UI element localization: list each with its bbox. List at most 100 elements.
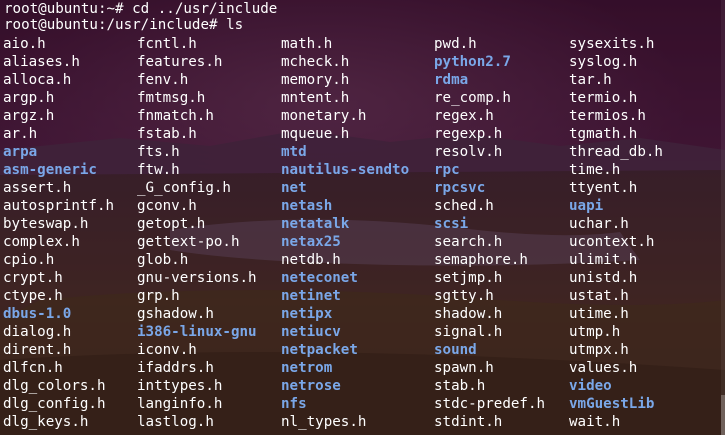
directory-entry: arpa <box>3 144 38 160</box>
file-entry: mcheck.h <box>281 54 350 70</box>
file-entry: monetary.h <box>281 108 367 124</box>
file-entry: signal.h <box>434 324 503 340</box>
directory-entry: rpcsvc <box>434 180 486 196</box>
directory-entry: netiucv <box>281 324 341 340</box>
file-entry: regexp.h <box>434 126 503 142</box>
file-entry: grp.h <box>137 288 180 304</box>
file-entry: dlg_config.h <box>3 396 106 412</box>
file-entry: ttyent.h <box>569 180 638 196</box>
file-entry: cpio.h <box>3 252 55 268</box>
file-entry: getopt.h <box>137 216 206 232</box>
file-entry: dirent.h <box>3 342 72 358</box>
directory-entry: uapi <box>569 198 604 214</box>
file-entry: ucontext.h <box>569 234 655 250</box>
file-entry: gconv.h <box>137 198 197 214</box>
file-entry: gettext-po.h <box>137 234 240 250</box>
file-entry: values.h <box>569 360 638 376</box>
directory-entry: netrose <box>281 378 341 394</box>
file-entry: iconv.h <box>137 342 197 358</box>
file-entry: semaphore.h <box>434 252 528 268</box>
scrollbar-thumb[interactable] <box>721 395 725 435</box>
file-entry: unistd.h <box>569 270 638 286</box>
directory-entry: netpacket <box>281 342 358 358</box>
directory-entry: netrom <box>281 360 333 376</box>
file-entry: utmpx.h <box>569 342 629 358</box>
file-entry: utmp.h <box>569 324 621 340</box>
directory-entry: nfs <box>281 396 307 412</box>
file-entry: stab.h <box>434 378 486 394</box>
directory-entry: netipx <box>281 306 333 322</box>
file-entry: byteswap.h <box>3 216 89 232</box>
file-entry: regex.h <box>434 108 494 124</box>
file-entry: resolv.h <box>434 144 503 160</box>
directory-entry: sound <box>434 342 477 358</box>
file-entry: re_comp.h <box>434 90 511 106</box>
file-entry: termio.h <box>569 90 638 106</box>
file-entry: wait.h <box>569 414 621 430</box>
file-entry: aio.h <box>3 36 46 52</box>
directory-entry: vmGuestLib <box>569 396 655 412</box>
file-entry: pwd.h <box>434 36 477 52</box>
directory-entry: i386-linux-gnu <box>137 324 257 340</box>
file-entry: argz.h <box>3 108 55 124</box>
file-entry: fstab.h <box>137 126 197 142</box>
file-entry: sysexits.h <box>569 36 655 52</box>
directory-entry: nautilus-sendto <box>281 162 410 178</box>
file-entry: memory.h <box>281 72 350 88</box>
directory-entry: neteconet <box>281 270 358 286</box>
file-entry: gshadow.h <box>137 306 214 322</box>
directory-entry: asm-generic <box>3 162 97 178</box>
directory-entry: video <box>569 378 612 394</box>
file-entry: assert.h <box>3 180 72 196</box>
file-entry: sched.h <box>434 198 494 214</box>
file-entry: complex.h <box>3 234 80 250</box>
file-entry: features.h <box>137 54 223 70</box>
file-entry: stdc-predef.h <box>434 396 546 412</box>
file-entry: math.h <box>281 36 333 52</box>
terminal-window[interactable]: root@ubuntu:~# cd ../usr/include root@ub… <box>0 0 725 435</box>
file-entry: ifaddrs.h <box>137 360 214 376</box>
terminal-scrollbar[interactable] <box>721 0 725 435</box>
file-entry: fts.h <box>137 144 180 160</box>
file-entry: dialog.h <box>3 324 72 340</box>
file-entry: utime.h <box>569 306 629 322</box>
directory-entry: netash <box>281 198 333 214</box>
file-entry: termios.h <box>569 108 646 124</box>
directory-entry: net <box>281 180 307 196</box>
file-entry: nl_types.h <box>281 414 367 430</box>
file-entry: ustat.h <box>569 288 629 304</box>
file-entry: dlfcn.h <box>3 360 63 376</box>
file-entry: netdb.h <box>281 252 341 268</box>
file-entry: gnu-versions.h <box>137 270 257 286</box>
file-entry: tgmath.h <box>569 126 638 142</box>
file-entry: dlg_keys.h <box>3 414 89 430</box>
directory-entry: python2.7 <box>434 54 511 70</box>
directory-entry: rpc <box>434 162 460 178</box>
file-entry: fmtmsg.h <box>137 90 206 106</box>
file-entry: syslog.h <box>569 54 638 70</box>
file-entry: shadow.h <box>434 306 503 322</box>
file-entry: ftw.h <box>137 162 180 178</box>
file-entry: lastlog.h <box>137 414 214 430</box>
file-entry: setjmp.h <box>434 270 503 286</box>
file-entry: crypt.h <box>3 270 63 286</box>
directory-entry: netax25 <box>281 234 341 250</box>
file-entry: fenv.h <box>137 72 189 88</box>
file-entry: stdint.h <box>434 414 503 430</box>
file-entry: argp.h <box>3 90 55 106</box>
file-entry: spawn.h <box>434 360 494 376</box>
file-entry: time.h <box>569 162 621 178</box>
directory-entry: scsi <box>434 216 469 232</box>
file-entry: _G_config.h <box>137 180 231 196</box>
file-entry: aliases.h <box>3 54 80 70</box>
file-entry: sgtty.h <box>434 288 494 304</box>
file-entry: uchar.h <box>569 216 629 232</box>
file-entry: search.h <box>434 234 503 250</box>
prompt-line-ls: root@ubuntu:/usr/include# ls <box>4 17 244 33</box>
file-entry: ar.h <box>3 126 38 142</box>
directory-entry: rdma <box>434 72 469 88</box>
file-entry: mqueue.h <box>281 126 350 142</box>
directory-entry: dbus-1.0 <box>3 306 72 322</box>
file-entry: glob.h <box>137 252 189 268</box>
file-entry: thread_db.h <box>569 144 663 160</box>
